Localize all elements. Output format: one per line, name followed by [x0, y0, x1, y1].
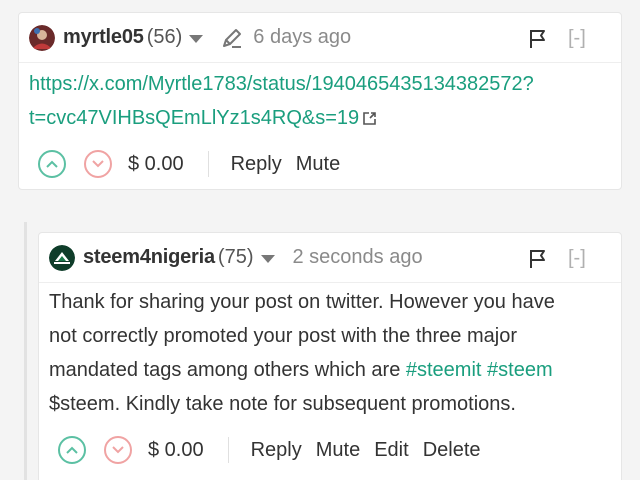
- collapse-button[interactable]: [-]: [568, 247, 586, 270]
- body-line: not correctly promoted your post with th…: [49, 325, 517, 347]
- author-reputation: (75): [217, 246, 254, 268]
- reply-button[interactable]: Reply: [251, 439, 302, 462]
- comment-body: Thank for sharing your post on twitter. …: [49, 285, 555, 421]
- body-line: Thank for sharing your post on twitter. …: [49, 291, 555, 313]
- body-line: $steem. Kindly take note for subsequent …: [49, 393, 516, 415]
- edit-button[interactable]: Edit: [374, 439, 408, 462]
- collapse-button[interactable]: [-]: [568, 27, 586, 50]
- mute-button[interactable]: Mute: [316, 439, 360, 462]
- flag-icon[interactable]: [529, 249, 547, 269]
- flag-icon[interactable]: [529, 29, 547, 49]
- comment-footer: $ 0.00 Reply Mute Edit Delete: [39, 423, 621, 477]
- external-link-icon[interactable]: [363, 112, 376, 125]
- tweet-link-line1[interactable]: https://x.com/Myrtle1783/status/19404654…: [29, 67, 534, 101]
- author-name[interactable]: steem4nigeria: [83, 246, 215, 269]
- tweet-link-line2[interactable]: t=cvc47VIHBsQEmLlYz1s4RQ&s=19: [29, 107, 359, 129]
- hashtag-steemit[interactable]: #steemit: [406, 359, 482, 381]
- body-line-with-tags: mandated tags among others which are #st…: [49, 353, 555, 387]
- avatar[interactable]: [29, 24, 55, 51]
- author-name[interactable]: myrtle05: [63, 26, 144, 49]
- author-reputation: (56): [146, 26, 183, 48]
- comment-card-steem4nigeria: steem4nigeria (75) 2 seconds ago [-] Tha…: [38, 232, 622, 480]
- caret-down-icon[interactable]: [260, 255, 275, 263]
- downvote-chevron-icon: [112, 446, 124, 454]
- upvote-chevron-icon: [66, 446, 78, 454]
- comment-card-myrtle05: myrtle05 (56) 6 days ago [-] https://x.c…: [18, 12, 622, 190]
- payout-value[interactable]: $ 0.00: [128, 153, 184, 176]
- downvote-button[interactable]: [104, 436, 132, 464]
- thread-indent-line: [24, 222, 27, 480]
- comment-body: https://x.com/Myrtle1783/status/19404654…: [29, 67, 534, 135]
- divider: [227, 437, 229, 463]
- divider: [207, 151, 209, 177]
- downvote-button[interactable]: [84, 150, 112, 178]
- comment-footer: $ 0.00 Reply Mute: [19, 137, 621, 191]
- timestamp[interactable]: 2 seconds ago: [293, 246, 423, 269]
- upvote-button[interactable]: [58, 436, 86, 464]
- payout-value[interactable]: $ 0.00: [148, 439, 204, 462]
- caret-down-icon[interactable]: [189, 35, 204, 43]
- mute-button[interactable]: Mute: [296, 153, 340, 176]
- upvote-chevron-icon: [46, 160, 58, 168]
- pencil-edited-icon: [223, 28, 242, 48]
- timestamp[interactable]: 6 days ago: [253, 26, 351, 49]
- hashtag-steem[interactable]: #steem: [487, 359, 553, 381]
- downvote-chevron-icon: [92, 160, 104, 168]
- delete-button[interactable]: Delete: [423, 439, 481, 462]
- body-text: mandated tags among others which are: [49, 359, 406, 381]
- reply-button[interactable]: Reply: [231, 153, 282, 176]
- avatar[interactable]: [49, 244, 75, 271]
- upvote-button[interactable]: [38, 150, 66, 178]
